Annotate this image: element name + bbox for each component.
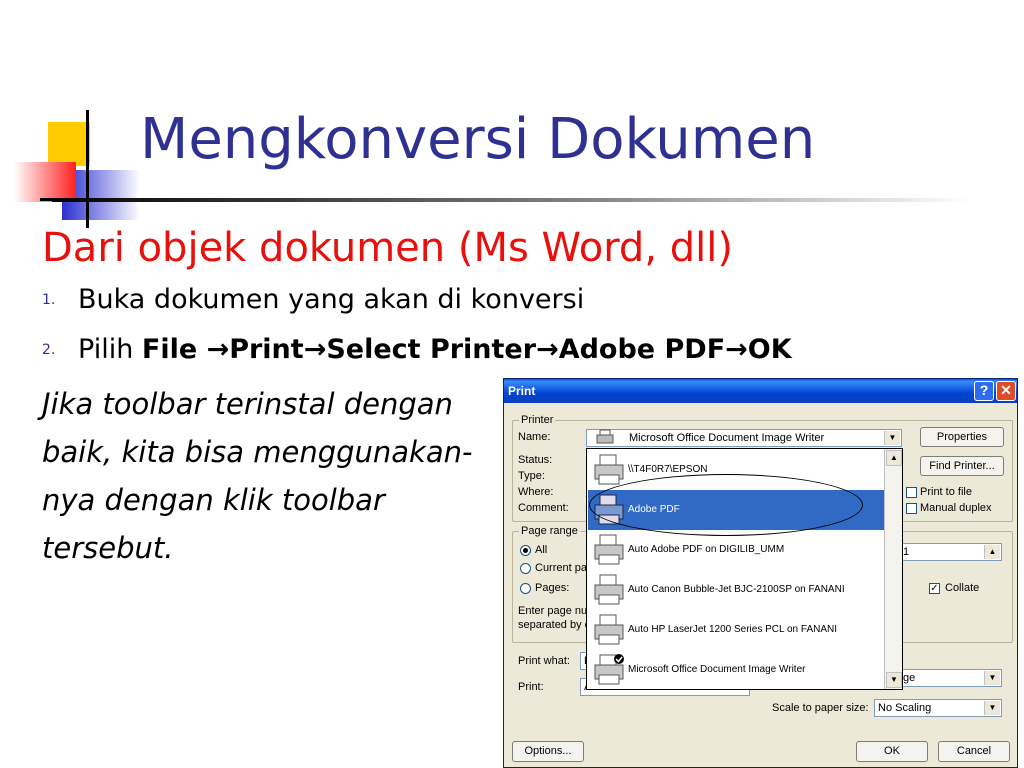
printer-option-name: Auto HP LaserJet 1200 Series PCL on FANA… [628,624,837,635]
collate-checkbox[interactable]: ✓ [929,583,940,594]
print-dialog: Print ? ✕ Printer Name: Microsoft Office… [503,378,1018,768]
step-number: 2. [42,342,56,359]
printer-option-name: Adobe PDF [628,504,680,515]
printer-option[interactable]: \\T4F0R7\EPSON [588,450,884,490]
status-label: Status: [518,454,553,466]
where-label: Where: [518,486,554,498]
pages-per-sheet-select[interactable]: ge ▼ [899,669,1002,687]
printer-option[interactable]: Auto Adobe PDF on DIGILIB_UMM [588,530,884,570]
manual-duplex-label: Manual duplex [920,502,992,514]
slide-title: Mengkonversi Dokumen [140,107,816,172]
printer-option-name: Microsoft Office Document Image Writer [628,664,806,675]
printer-name-select[interactable]: Microsoft Office Document Image Writer ▼ [586,429,902,447]
slide-subtitle: Dari objek dokumen (Ms Word, dll) [42,225,733,271]
step-path-select-printer: Select Printer [326,334,537,365]
scale-label: Scale to paper size: [772,702,869,714]
step-item: 2. Pilih File →Print→Select Printer→Adobe… [42,334,792,366]
step-number: 1. [42,292,56,309]
printer-option[interactable]: Microsoft Office Document Image Writer [588,650,884,690]
chevron-down-icon[interactable]: ▼ [884,431,900,445]
current-page-label: Current pa [535,562,587,574]
print-to-file-label: Print to file [920,486,972,498]
chevron-down-icon[interactable]: ▼ [984,671,1000,685]
title-underline [52,198,972,202]
step-item: 1. Buka dokumen yang akan di konversi [42,284,584,316]
printer-option-selected[interactable]: Adobe PDF [588,490,884,530]
note-line: nya dengan klik toolbar [42,483,385,517]
dialog-title: Print [508,384,536,398]
page-range-hint: separated by c [518,619,591,631]
pages-per-sheet-value: ge [903,672,916,684]
spinner-arrows-icon[interactable]: ▲ [984,545,1000,559]
printer-icon [594,454,624,485]
page-range-hint: Enter page nu [518,605,588,617]
note-paragraph: Jika toolbar terinstal dengan baik, kita… [42,380,502,572]
dialog-titlebar[interactable]: Print ? ✕ [504,379,1017,403]
scale-select[interactable]: No Scaling ▼ [874,699,1002,717]
current-page-radio[interactable] [520,563,531,574]
pages-radio[interactable] [520,583,531,594]
copies-spinner[interactable]: 1 ▲ [899,543,1002,561]
find-printer-button[interactable]: Find Printer... [920,456,1004,476]
properties-button[interactable]: Properties [920,427,1004,447]
arrow-right-icon: → [206,334,230,365]
scroll-down-icon[interactable]: ▼ [886,672,902,688]
printer-option-name: Auto Canon Bubble-Jet BJC-2100SP on FANA… [628,584,845,595]
options-button[interactable]: Options... [512,741,584,762]
pages-label: Pages: [535,582,570,594]
printer-icon [594,494,624,525]
arrow-right-icon: → [725,334,748,365]
list-scrollbar[interactable]: ▲ ▼ [884,449,902,689]
step-path-print: Print [229,334,304,365]
printer-icon [594,534,624,565]
printer-icon [596,429,614,444]
close-button[interactable]: ✕ [996,381,1016,401]
type-label: Type: [518,470,545,482]
step-path-ok: OK [747,334,792,365]
printer-icon [594,614,624,645]
print-to-file-checkbox[interactable] [906,487,917,498]
scale-value: No Scaling [878,702,932,714]
step-path-adobe-pdf: Adobe PDF [558,334,726,365]
printer-dropdown-list[interactable]: ▲ ▼ \\T4F0R7\EPSON Adobe PDF Auto Adobe … [586,448,903,690]
page-range-label: Page range [519,525,580,537]
decorative-logo-icon [14,110,150,228]
printer-name-value: Microsoft Office Document Image Writer [629,432,825,444]
note-line: baik, kita bisa menggunakan- [42,435,473,469]
scroll-up-icon[interactable]: ▲ [886,450,902,466]
name-label: Name: [518,431,551,443]
printer-option[interactable]: Auto HP LaserJet 1200 Series PCL on FANA… [588,610,884,650]
printer-icon [594,574,624,605]
default-printer-icon [594,654,624,685]
arrow-right-icon: → [536,334,559,365]
print-label: Print: [518,681,544,693]
printer-option-name: Auto Adobe PDF on DIGILIB_UMM [628,544,785,555]
print-what-label: Print what: [518,655,570,667]
copies-value: 1 [903,546,910,558]
step-path-file: File [141,334,207,365]
note-line: tersebut. [42,531,174,565]
all-radio[interactable] [520,545,531,556]
printer-option[interactable]: Auto Canon Bubble-Jet BJC-2100SP on FANA… [588,570,884,610]
ok-button[interactable]: OK [856,741,928,762]
manual-duplex-checkbox[interactable] [906,503,917,514]
arrow-right-icon: → [303,334,327,365]
printer-group-label: Printer [519,414,556,426]
step-text: Pilih [78,334,142,365]
note-line: Jika toolbar terinstal dengan [42,387,453,421]
comment-label: Comment: [518,502,569,514]
chevron-down-icon[interactable]: ▼ [984,701,1000,715]
all-label: All [535,544,548,556]
printer-option-name: \\T4F0R7\EPSON [628,464,708,475]
collate-label: Collate [945,582,980,594]
cancel-button[interactable]: Cancel [938,741,1010,762]
help-button[interactable]: ? [974,381,994,401]
step-text: Buka dokumen yang akan di konversi [78,284,585,315]
